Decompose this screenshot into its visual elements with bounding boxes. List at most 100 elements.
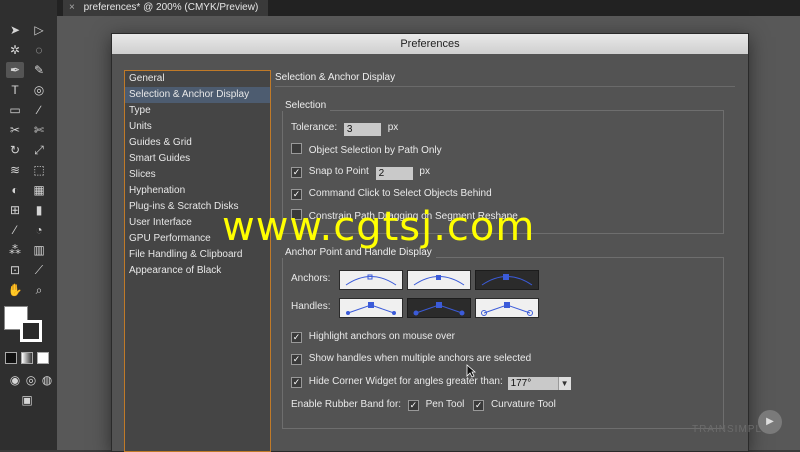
- handle-style-option-3[interactable]: [475, 298, 539, 318]
- tolerance-label: Tolerance:: [291, 122, 338, 133]
- hand-tool-icon[interactable]: ✋: [6, 282, 24, 298]
- angle-value: 177°: [510, 378, 532, 389]
- category-slices[interactable]: Slices: [125, 167, 270, 183]
- highlight-label: Highlight anchors on mouse over: [308, 331, 455, 342]
- selection-tool-icon[interactable]: ➤: [6, 22, 24, 38]
- tolerance-row: Tolerance: 3 px: [291, 121, 398, 136]
- category-hyphenation[interactable]: Hyphenation: [125, 183, 270, 199]
- free-transform-tool-icon[interactable]: ⬚: [30, 162, 48, 178]
- anchors-label: Anchors:: [291, 273, 331, 284]
- curvature-tool-checkbox[interactable]: ✓: [473, 400, 485, 411]
- snap-input[interactable]: 2: [375, 167, 413, 180]
- rubber-band-row: Enable Rubber Band for: ✓ Pen Tool ✓ Cur…: [291, 398, 556, 412]
- snap-row: ✓ Snap to Point 2 px: [291, 165, 430, 180]
- lasso-tool-icon[interactable]: ◌: [30, 42, 48, 58]
- gradient-mode-icon[interactable]: [21, 352, 33, 364]
- rubber-band-label: Enable Rubber Band for:: [291, 399, 402, 410]
- scissors-tool-icon[interactable]: ✄: [30, 122, 48, 138]
- document-title: preferences* @ 200% (CMYK/Preview): [83, 2, 259, 13]
- object-selection-label: Object Selection by Path Only: [308, 145, 442, 156]
- mesh-tool-icon[interactable]: ⊞: [6, 202, 24, 218]
- pane-divider: [275, 86, 735, 87]
- command-click-label: Command Click to Select Objects Behind: [308, 188, 492, 199]
- selection-group-label: Selection: [281, 100, 331, 111]
- curvature-tool-label: Curvature Tool: [490, 399, 556, 410]
- rotate-tool-icon[interactable]: ↻: [6, 142, 24, 158]
- category-general[interactable]: General: [125, 71, 270, 87]
- curvature-tool-icon[interactable]: ✎: [30, 62, 48, 78]
- command-click-row: ✓ Command Click to Select Objects Behind: [291, 187, 492, 201]
- rectangle-tool-icon[interactable]: ▭: [6, 102, 24, 118]
- command-click-checkbox[interactable]: ✓: [291, 189, 302, 200]
- handle-style-2-icon: [413, 302, 465, 316]
- tolerance-input[interactable]: 3: [343, 123, 381, 136]
- document-tab-bar: × preferences* @ 200% (CMYK/Preview): [57, 0, 800, 16]
- none-mode-icon[interactable]: [37, 352, 49, 364]
- anchor-display-group: Anchor Point and Handle Display Anchors:…: [281, 247, 724, 429]
- snap-unit: px: [419, 166, 430, 177]
- chevron-down-icon[interactable]: ▼: [557, 377, 571, 390]
- color-mode-icon[interactable]: [5, 352, 17, 364]
- pen-tool-label: Pen Tool: [425, 399, 465, 410]
- graph-tool-icon[interactable]: ▥: [30, 242, 48, 258]
- category-guides-grid[interactable]: Guides & Grid: [125, 135, 270, 151]
- handle-style-option-1[interactable]: [339, 298, 403, 318]
- shape-builder-tool-icon[interactable]: ◐: [6, 182, 24, 198]
- category-type[interactable]: Type: [125, 103, 270, 119]
- anchor-style-2-icon: [413, 275, 465, 286]
- highlight-anchors-checkbox[interactable]: ✓: [291, 332, 302, 343]
- scale-tool-icon[interactable]: ⤢: [30, 142, 48, 158]
- artboard-tool-icon[interactable]: ⊡: [6, 262, 24, 278]
- type-tool-icon[interactable]: T: [6, 82, 24, 98]
- pen-tool-checkbox[interactable]: ✓: [407, 400, 419, 411]
- anchor-style-option-3[interactable]: [475, 270, 539, 290]
- screen-mode-icon[interactable]: ▣: [18, 392, 36, 408]
- perspective-grid-tool-icon[interactable]: ▦: [30, 182, 48, 198]
- object-selection-row: Object Selection by Path Only: [291, 143, 442, 158]
- play-icon[interactable]: ▶: [758, 410, 782, 434]
- anchor-style-option-2[interactable]: [407, 270, 471, 290]
- handles-label: Handles:: [291, 301, 331, 312]
- blend-tool-icon[interactable]: ◔: [30, 222, 48, 238]
- category-list: General Selection & Anchor Display Type …: [124, 70, 271, 452]
- tools-panel: ➤ ▷ ✲ ◌ ✒ ✎ T ◎ ▭ ∕ ✂ ✄ ↻ ⤢ ≋ ⬚ ◐ ▦ ⊞ ▮ …: [0, 0, 58, 450]
- gradient-tool-icon[interactable]: ▮: [30, 202, 48, 218]
- symbol-sprayer-tool-icon[interactable]: ⁂: [6, 242, 24, 258]
- shaper-tool-icon[interactable]: ✂: [6, 122, 24, 138]
- hide-corner-row: ✓ Hide Corner Widget for angles greater …: [291, 375, 571, 390]
- draw-inside-icon[interactable]: ◍: [38, 372, 56, 388]
- pen-tool-icon[interactable]: ✒: [6, 62, 24, 78]
- category-appearance-of-black[interactable]: Appearance of Black: [125, 263, 270, 279]
- highlight-row: ✓ Highlight anchors on mouse over: [291, 330, 455, 344]
- hide-corner-widget-checkbox[interactable]: ✓: [291, 377, 302, 388]
- document-tab[interactable]: × preferences* @ 200% (CMYK/Preview): [63, 0, 269, 16]
- show-handles-label: Show handles when multiple anchors are s…: [308, 353, 532, 364]
- handle-style-1-icon: [346, 302, 396, 315]
- paintbrush-tool-icon[interactable]: ∕: [30, 102, 48, 118]
- warp-tool-icon[interactable]: ≋: [6, 162, 24, 178]
- angle-select[interactable]: 177° ▼: [507, 377, 571, 390]
- show-handles-row: ✓ Show handles when multiple anchors are…: [291, 352, 531, 366]
- object-selection-checkbox[interactable]: [291, 143, 302, 154]
- magic-wand-tool-icon[interactable]: ✲: [6, 42, 24, 58]
- direct-selection-tool-icon[interactable]: ▷: [30, 22, 48, 38]
- anchor-style-option-1[interactable]: [339, 270, 403, 290]
- category-selection-anchor-display[interactable]: Selection & Anchor Display: [125, 87, 270, 103]
- category-smart-guides[interactable]: Smart Guides: [125, 151, 270, 167]
- close-icon[interactable]: ×: [69, 2, 75, 13]
- anchor-style-1-icon: [345, 274, 397, 286]
- handle-style-option-2[interactable]: [407, 298, 471, 318]
- eyedropper-tool-icon[interactable]: ⁄: [6, 222, 24, 238]
- category-units[interactable]: Units: [125, 119, 270, 135]
- snap-to-point-checkbox[interactable]: ✓: [291, 167, 302, 178]
- show-handles-checkbox[interactable]: ✓: [291, 354, 302, 365]
- pane-title: Selection & Anchor Display: [275, 72, 396, 83]
- stroke-color-swatch[interactable]: [20, 320, 42, 342]
- snap-label: Snap to Point: [308, 166, 369, 177]
- dialog-title: Preferences: [112, 34, 748, 54]
- cursor-icon: [466, 364, 476, 378]
- anchor-style-3-icon: [481, 274, 533, 286]
- spiral-tool-icon[interactable]: ◎: [30, 82, 48, 98]
- slice-tool-icon[interactable]: ⟋: [30, 262, 48, 278]
- zoom-tool-icon[interactable]: ⌕: [30, 282, 48, 298]
